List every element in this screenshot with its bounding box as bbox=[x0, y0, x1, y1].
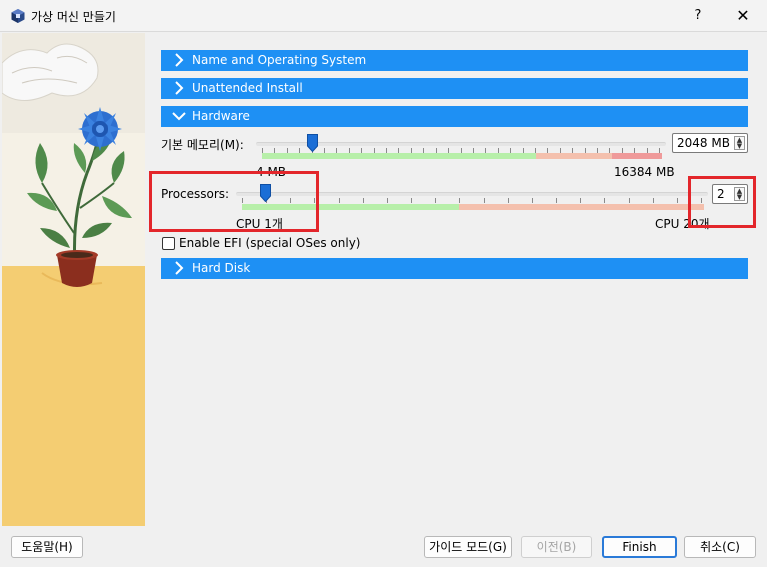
section-label: Name and Operating System bbox=[192, 53, 367, 67]
button-bar: 도움말(H) 가이드 모드(G) 이전(B) Finish 취소(C) bbox=[0, 526, 767, 567]
help-button[interactable]: 도움말(H) bbox=[11, 536, 83, 558]
slider-tick bbox=[677, 198, 678, 203]
memory-label: 기본 메모리(M): bbox=[161, 138, 244, 152]
slider-thumb-icon[interactable] bbox=[307, 134, 318, 152]
slider-tick bbox=[629, 198, 630, 203]
slider-tick bbox=[653, 198, 654, 203]
chevron-right-icon bbox=[175, 261, 184, 275]
chevron-down-icon bbox=[172, 112, 186, 121]
slider-tick bbox=[484, 198, 485, 203]
efi-checkbox[interactable] bbox=[162, 237, 175, 250]
efi-label[interactable]: Enable EFI (special OSes only) bbox=[179, 236, 360, 250]
dialog-body: Name and Operating System Unattended Ins… bbox=[0, 31, 767, 567]
memory-range-bar bbox=[262, 153, 662, 159]
slider-tick bbox=[556, 198, 557, 203]
section-unattended-install[interactable]: Unattended Install bbox=[161, 78, 748, 99]
section-name-and-os[interactable]: Name and Operating System bbox=[161, 50, 748, 71]
spin-arrows-icon[interactable]: ▲ ▼ bbox=[734, 136, 745, 150]
cancel-button[interactable]: 취소(C) bbox=[684, 536, 756, 558]
slider-tick bbox=[435, 198, 436, 203]
help-title-button[interactable]: ? bbox=[684, 4, 712, 28]
wizard-illustration bbox=[2, 33, 145, 526]
highlight-box-processors-spinbox bbox=[688, 176, 756, 228]
finish-button[interactable]: Finish bbox=[602, 536, 677, 558]
slider-tick bbox=[339, 198, 340, 203]
slider-tick bbox=[387, 198, 388, 203]
slider-tick bbox=[604, 198, 605, 203]
section-label: Hardware bbox=[192, 109, 250, 123]
title-bar: 가상 머신 만들기 ? ✕ bbox=[0, 0, 767, 31]
window-title: 가상 머신 만들기 bbox=[31, 10, 116, 24]
slider-tick bbox=[459, 198, 460, 203]
memory-value: 2048 MB bbox=[677, 136, 730, 150]
slider-tick bbox=[580, 198, 581, 203]
memory-spinbox[interactable]: 2048 MB ▲ ▼ bbox=[672, 133, 748, 153]
section-label: Unattended Install bbox=[192, 81, 303, 95]
highlight-box-processors-slider bbox=[149, 171, 319, 232]
close-button[interactable]: ✕ bbox=[729, 4, 757, 28]
guided-mode-button[interactable]: 가이드 모드(G) bbox=[424, 536, 512, 558]
slider-tick bbox=[508, 198, 509, 203]
memory-max-label: 16384 MB bbox=[614, 165, 675, 179]
section-hard-disk[interactable]: Hard Disk bbox=[161, 258, 748, 279]
section-hardware[interactable]: Hardware bbox=[161, 106, 748, 127]
section-label: Hard Disk bbox=[192, 261, 251, 275]
plant-illustration bbox=[2, 33, 145, 526]
back-button[interactable]: 이전(B) bbox=[521, 536, 592, 558]
slider-tick bbox=[532, 198, 533, 203]
slider-tick bbox=[411, 198, 412, 203]
chevron-right-icon bbox=[175, 81, 184, 95]
virtualbox-icon bbox=[11, 9, 25, 23]
slider-tick bbox=[363, 198, 364, 203]
chevron-right-icon bbox=[175, 53, 184, 67]
